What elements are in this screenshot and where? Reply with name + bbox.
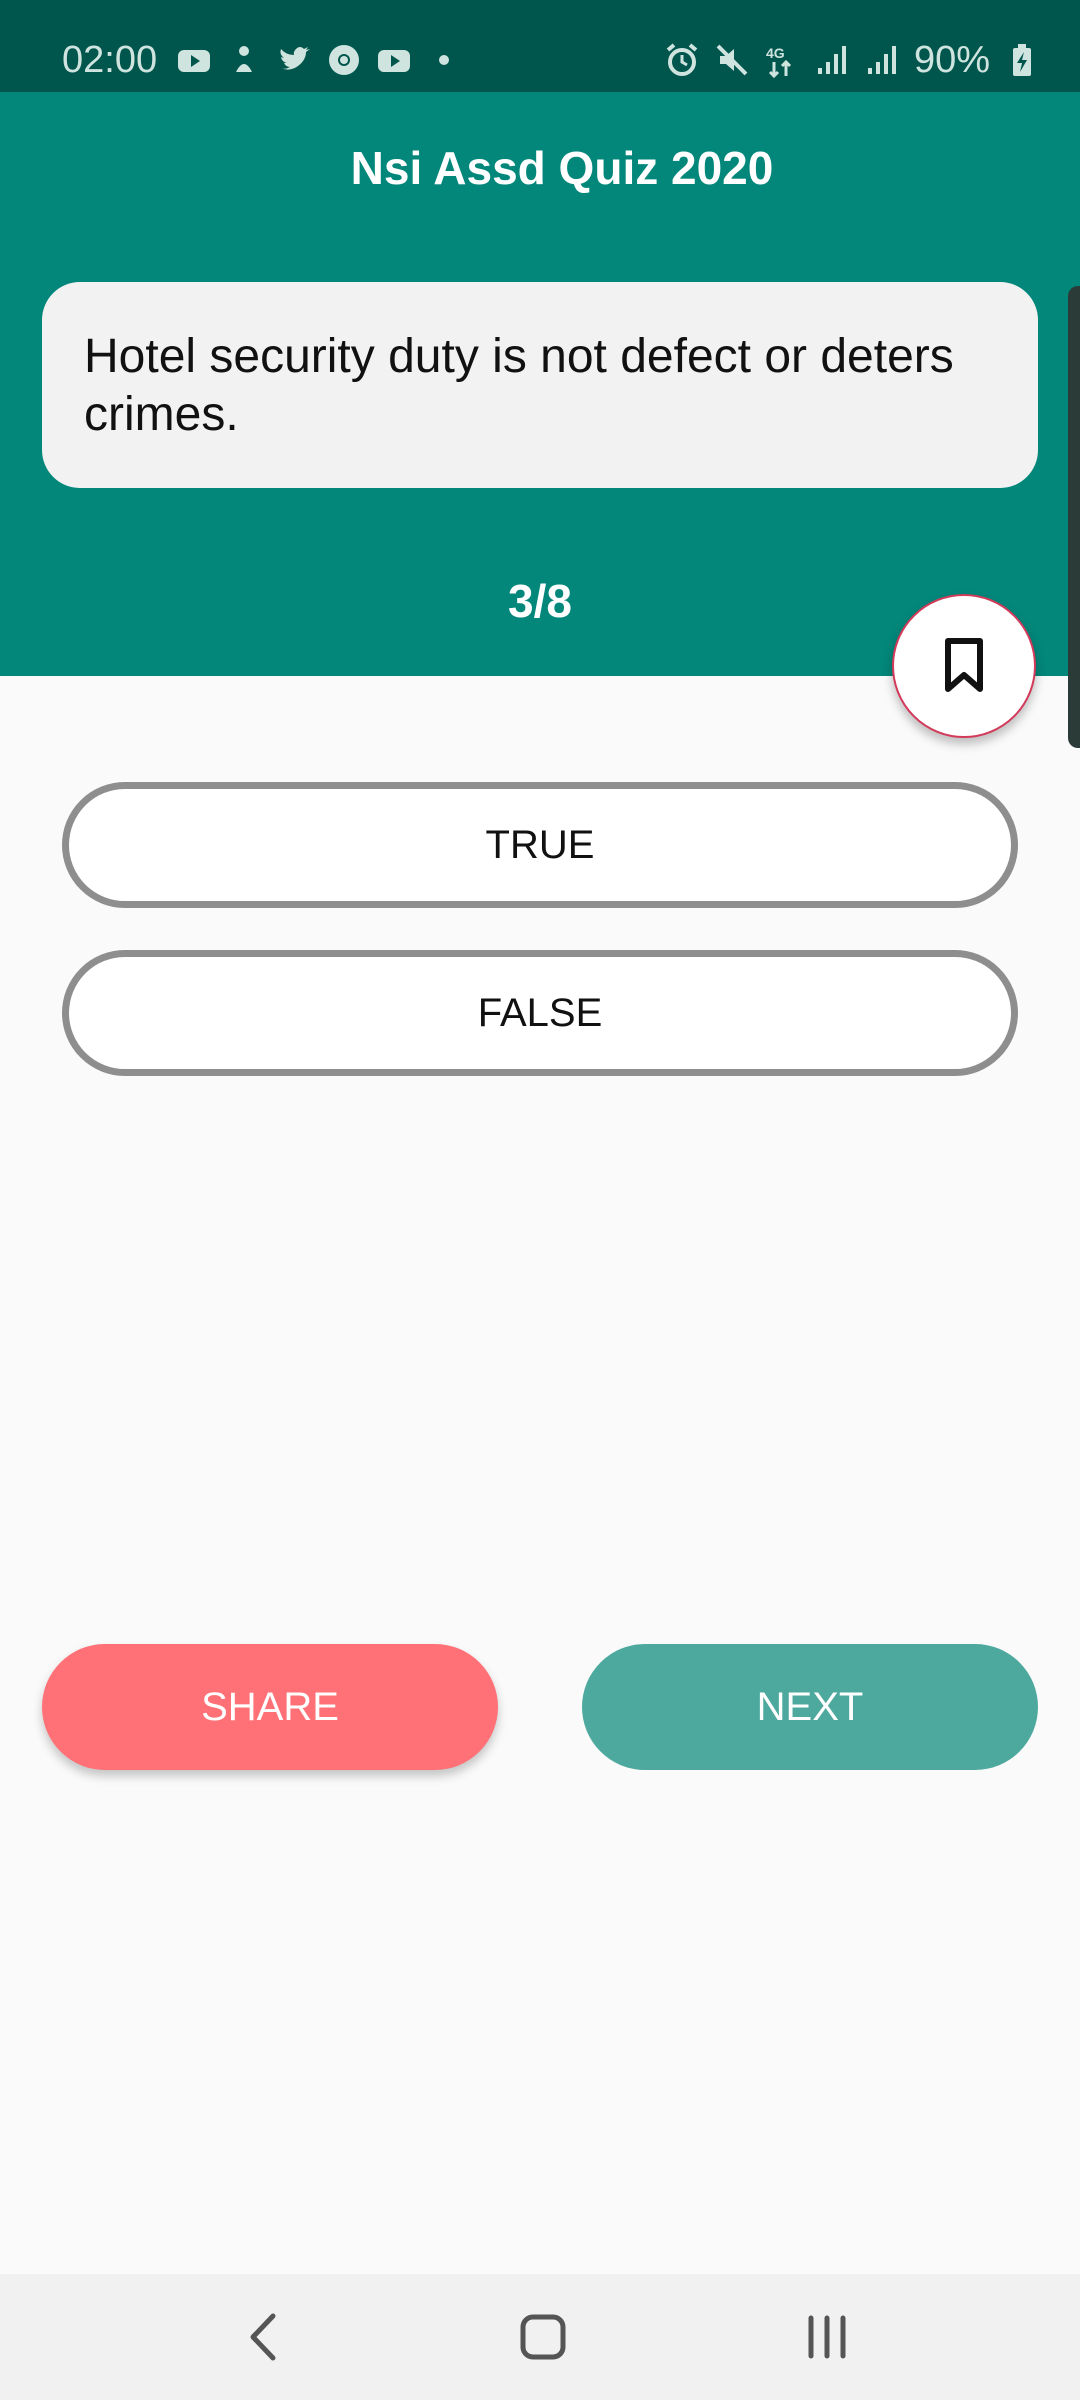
question-card: Hotel security duty is not defect or det…	[42, 282, 1038, 488]
status-system-icons: 4G 90%	[664, 36, 1040, 84]
youtube-icon	[378, 50, 410, 72]
system-nav-bar	[0, 2274, 1080, 2400]
home-icon	[520, 2314, 566, 2360]
back-icon	[250, 2313, 276, 2361]
bookmark-icon	[945, 638, 983, 692]
status-bar: 02:00 4G 90%	[0, 0, 1080, 92]
nav-back-button[interactable]	[228, 2304, 298, 2370]
twitter-icon	[280, 47, 310, 70]
recent-apps-icon	[808, 2315, 846, 2359]
svg-text:4G: 4G	[766, 45, 785, 61]
next-button[interactable]: NEXT	[582, 1644, 1038, 1770]
nav-home-button[interactable]	[508, 2304, 578, 2370]
signal-icon	[867, 46, 896, 74]
answer-false-button[interactable]: FALSE	[62, 950, 1018, 1076]
4g-icon: 4G	[766, 45, 791, 78]
alarm-icon	[666, 43, 698, 76]
nav-recent-apps-button[interactable]	[792, 2304, 862, 2370]
quiz-header: Nsi Assd Quiz 2020 Hotel security duty i…	[0, 92, 1080, 676]
bookmark-button[interactable]	[892, 594, 1036, 738]
edge-panel-handle[interactable]	[1068, 286, 1080, 748]
status-time: 02:00	[62, 39, 158, 81]
chrome-icon	[329, 45, 359, 75]
question-text: Hotel security duty is not defect or det…	[84, 330, 954, 441]
quiz-screen: 02:00 4G 90% Nsi Assd Quiz 2020 Hotel se…	[0, 0, 1080, 2400]
app-title: Nsi Assd Quiz 2020	[350, 142, 774, 194]
mute-icon	[716, 44, 748, 76]
youtube-icon	[178, 50, 210, 72]
share-button[interactable]: SHARE	[42, 1644, 498, 1770]
status-notification-icons	[176, 40, 462, 80]
battery-charging-icon	[1013, 44, 1031, 76]
answer-true-button[interactable]: TRUE	[62, 782, 1018, 908]
dot-icon	[439, 55, 449, 65]
signal-icon	[817, 46, 846, 74]
notification-icon	[236, 46, 252, 72]
battery-percentage: 90%	[913, 39, 990, 81]
